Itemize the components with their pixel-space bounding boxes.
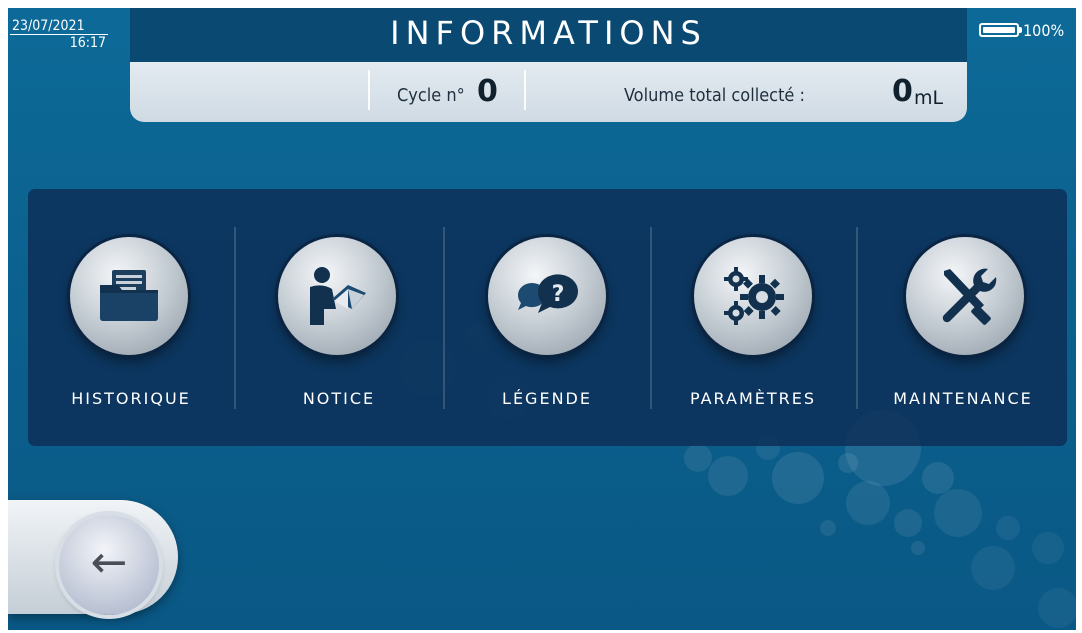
summary-bar: Cycle n° 0 Volume total collecté : 0 mL bbox=[130, 62, 967, 122]
time-text: 16:17 bbox=[69, 35, 106, 51]
menu-label-historique: HISTORIQUE bbox=[71, 389, 191, 408]
menu-item-legende[interactable]: ? LÉGENDE bbox=[444, 189, 650, 446]
back-arrow-icon: ← bbox=[90, 537, 128, 588]
menu-divider bbox=[856, 227, 858, 409]
datetime-display: 23/07/2021 16:17 bbox=[10, 18, 112, 51]
menu-label-parametres: PARAMÈTRES bbox=[689, 389, 817, 408]
gears-icon bbox=[724, 267, 784, 325]
maintenance-button[interactable] bbox=[906, 237, 1024, 355]
cycle-value: 0 bbox=[477, 74, 498, 109]
svg-text:?: ? bbox=[552, 282, 565, 307]
menu-item-notice[interactable]: NOTICE bbox=[236, 189, 442, 446]
app-screen: 23/07/2021 16:17 INFORMATIONS Cycle n° 0… bbox=[8, 8, 1076, 630]
battery-percent: 100% bbox=[1023, 21, 1065, 40]
menu-item-historique[interactable]: HISTORIQUE bbox=[28, 189, 234, 446]
divider bbox=[524, 70, 526, 110]
date-text: 23/07/2021 bbox=[10, 18, 108, 35]
menu-label-notice: NOTICE bbox=[302, 389, 376, 408]
divider bbox=[368, 70, 370, 110]
battery-tip bbox=[1019, 27, 1022, 33]
volume-value: 0 bbox=[892, 74, 913, 109]
speech-bubbles-question-icon: ? bbox=[517, 274, 578, 313]
info-header: INFORMATIONS Cycle n° 0 Volume total col… bbox=[130, 8, 967, 122]
notice-button[interactable] bbox=[278, 237, 396, 355]
page-title: INFORMATIONS bbox=[390, 14, 707, 52]
folder-icon bbox=[100, 270, 158, 321]
menu-label-maintenance: MAINTENANCE bbox=[893, 389, 1033, 408]
battery-icon bbox=[979, 23, 1019, 37]
tools-icon bbox=[942, 268, 997, 325]
menu-item-maintenance[interactable]: MAINTENANCE bbox=[860, 189, 1066, 446]
historique-button[interactable] bbox=[70, 237, 188, 355]
menu-item-parametres[interactable]: PARAMÈTRES bbox=[650, 189, 856, 446]
back-button[interactable]: ← bbox=[59, 515, 159, 615]
parametres-button[interactable] bbox=[694, 237, 812, 355]
volume-label: Volume total collecté : bbox=[624, 85, 805, 106]
reading-person-icon bbox=[310, 267, 366, 325]
cycle-label: Cycle n° bbox=[397, 85, 465, 106]
volume-unit: mL bbox=[914, 87, 944, 109]
menu-label-legende: LÉGENDE bbox=[502, 389, 592, 408]
battery-fill bbox=[983, 27, 1015, 33]
menu-panel: HISTORIQUE NOTICE ? LÉGENDE PARAMÈTRES M… bbox=[28, 189, 1067, 446]
battery-indicator: 100% bbox=[979, 20, 1075, 44]
legende-button[interactable]: ? bbox=[488, 237, 606, 355]
